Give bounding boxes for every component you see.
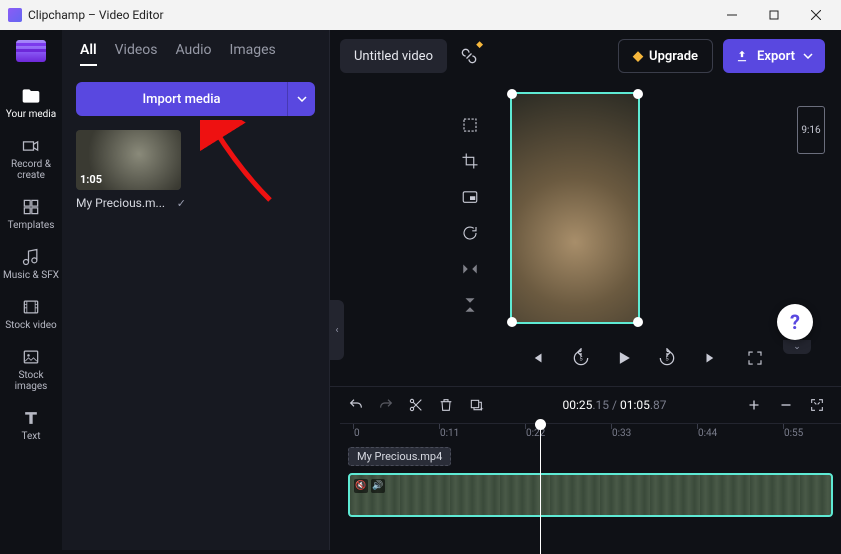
minimize-button[interactable] [711, 1, 753, 29]
export-button[interactable]: Export [723, 39, 825, 73]
playhead[interactable] [540, 424, 541, 554]
topbar: Untitled video ◆ ◆ Upgrade Export [330, 30, 841, 82]
pip-tool[interactable] [458, 186, 482, 208]
preview-frame[interactable] [510, 92, 640, 324]
folder-icon [21, 86, 41, 106]
tab-videos[interactable]: Videos [115, 42, 158, 66]
skip-back-button[interactable] [526, 347, 548, 369]
fullscreen-button[interactable] [744, 347, 766, 369]
sidebar-item-music[interactable]: Music & SFX [1, 241, 61, 287]
maximize-button[interactable] [753, 1, 795, 29]
clip-mute-icon[interactable]: 🔇 [354, 479, 368, 493]
brand-logo[interactable] [16, 40, 46, 62]
svg-text:5: 5 [665, 357, 669, 363]
clip-label: My Precious.mp4 [348, 447, 451, 466]
filmstrip-icon [21, 297, 41, 317]
sidebar-item-your-media[interactable]: Your media [1, 80, 61, 126]
undo-button[interactable] [348, 397, 364, 413]
svg-text:5: 5 [579, 357, 583, 363]
play-button[interactable] [614, 348, 634, 368]
tab-all[interactable]: All [80, 42, 97, 66]
zoom-out-button[interactable] [777, 396, 795, 414]
music-icon [21, 247, 41, 267]
sidebar-item-text[interactable]: Text [1, 402, 61, 448]
flip-h-tool[interactable] [458, 258, 482, 280]
playback-controls: 5 5 [330, 336, 841, 386]
upgrade-button[interactable]: ◆ Upgrade [618, 39, 713, 73]
help-button[interactable]: ? [777, 304, 813, 340]
camera-icon [21, 136, 41, 156]
fit-tool[interactable] [458, 114, 482, 136]
rewind-5-button[interactable]: 5 [570, 347, 592, 369]
preview-expand-handle[interactable]: ⌄ [783, 340, 811, 354]
timecode: 00:25.15 / 01:05.87 [500, 398, 729, 412]
import-media-dropdown[interactable] [287, 82, 315, 116]
resize-handle-br[interactable] [633, 317, 643, 327]
close-button[interactable] [795, 1, 837, 29]
chevron-down-icon [297, 96, 307, 102]
preview-area: 9:16 [330, 82, 841, 336]
window-title: Clipchamp – Video Editor [28, 8, 164, 22]
zoom-in-button[interactable] [745, 396, 763, 414]
text-icon [21, 408, 41, 428]
image-icon [21, 347, 41, 367]
titlebar: Clipchamp – Video Editor [0, 0, 841, 30]
media-item[interactable]: 1:05 My Precious.m... ✓ [76, 130, 186, 210]
rotate-tool[interactable] [458, 222, 482, 244]
panel-collapse-button[interactable]: ‹ [330, 300, 344, 360]
duplicate-button[interactable]: + [468, 397, 484, 413]
diamond-icon: ◆ [633, 49, 643, 64]
sidebar-item-record[interactable]: Record & create [1, 130, 61, 187]
redo-button[interactable] [378, 397, 394, 413]
preview-image [512, 94, 638, 322]
chevron-down-icon [803, 53, 813, 59]
timeline: + 00:25.15 / 01:05.87 0 0:11 0:22 0:33 0… [330, 386, 841, 550]
forward-5-button[interactable]: 5 [656, 347, 678, 369]
resize-handle-tr[interactable] [633, 89, 643, 99]
resize-handle-bl[interactable] [507, 317, 517, 327]
sidebar-item-templates[interactable]: Templates [1, 191, 61, 237]
media-filename: My Precious.m... [76, 196, 173, 210]
project-title-button[interactable]: Untitled video [340, 39, 447, 73]
media-panel: All Videos Audio Images Import media 1:0… [62, 30, 330, 550]
skip-forward-button[interactable] [700, 347, 722, 369]
sidebar: Your media Record & create Templates Mus… [0, 30, 62, 550]
check-icon: ✓ [177, 197, 186, 210]
templates-icon [21, 197, 41, 217]
app-logo-small [8, 8, 22, 22]
resize-handle-tl[interactable] [507, 89, 517, 99]
delete-button[interactable] [438, 397, 454, 413]
tab-audio[interactable]: Audio [175, 42, 211, 66]
aspect-ratio-button[interactable]: 9:16 [797, 106, 825, 154]
crop-tool[interactable] [458, 150, 482, 172]
clip-volume-icon[interactable]: 🔊 [371, 479, 385, 493]
import-media-button[interactable]: Import media [76, 82, 287, 116]
flip-v-tool[interactable] [458, 294, 482, 316]
sidebar-item-stock-images[interactable]: Stock images [1, 341, 61, 398]
media-duration: 1:05 [80, 173, 102, 186]
split-button[interactable] [408, 397, 424, 413]
tab-images[interactable]: Images [230, 42, 276, 66]
svg-text:+: + [480, 406, 484, 413]
premium-icon-button[interactable]: ◆ [457, 44, 481, 68]
upload-icon [735, 49, 749, 63]
sparkle-icon: ◆ [476, 40, 483, 50]
timeline-ruler[interactable]: 0 0:11 0:22 0:33 0:44 0:55 [340, 423, 841, 447]
timeline-clip[interactable]: 🔇 🔊 [348, 473, 833, 517]
media-thumbnail[interactable]: 1:05 [76, 130, 181, 190]
sidebar-item-stock-video[interactable]: Stock video [1, 291, 61, 337]
zoom-fit-button[interactable] [809, 397, 825, 413]
